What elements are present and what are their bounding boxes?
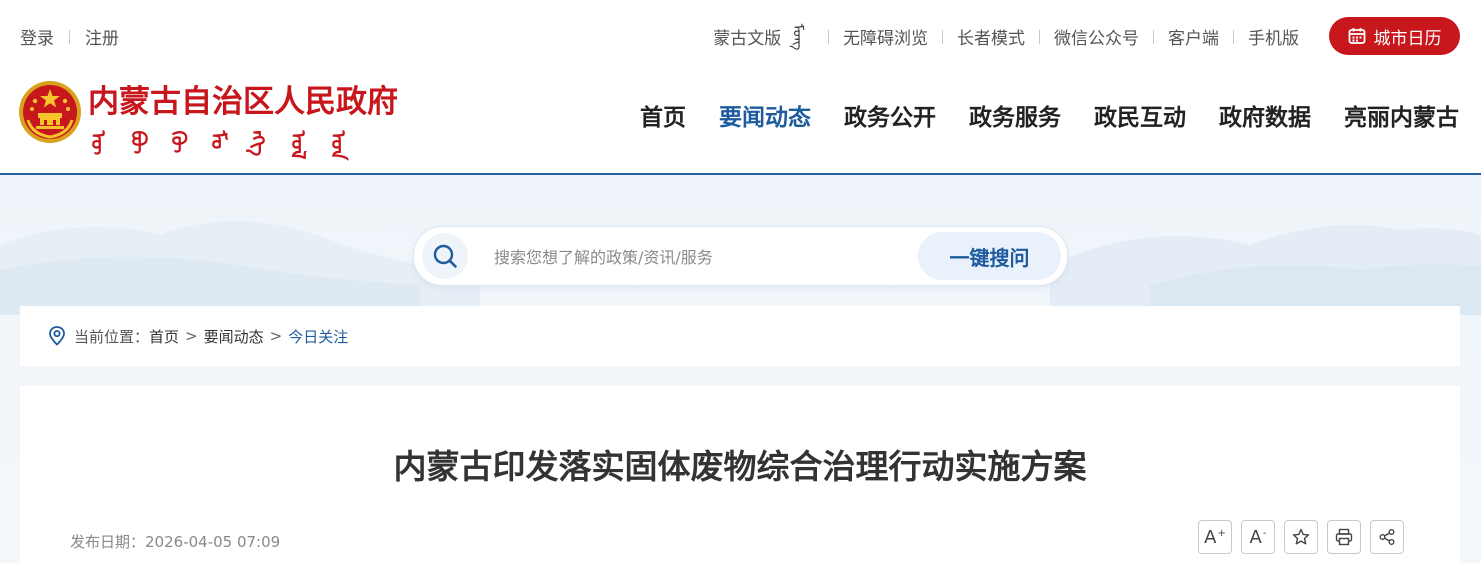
publish-date: 2026-04-05 07:09	[145, 533, 281, 551]
nav-gov-data[interactable]: 政府数据	[1219, 98, 1311, 132]
nav-news[interactable]: 要闻动态	[719, 98, 811, 132]
mongol-glyph: ᠩᠭ	[246, 130, 271, 157]
share-icon	[1379, 529, 1395, 545]
top-utility-links: 蒙古文版 ᠮᠣᠩ 无障碍浏览 长者模式 微信公众号 客户端 手机版	[713, 23, 1299, 50]
nav-interaction[interactable]: 政民互动	[1094, 98, 1186, 132]
site-header: 登录 注册 蒙古文版 ᠮᠣᠩ 无障碍浏览 长者模式 微信公众号 客户端 手机版 …	[0, 0, 1481, 174]
font-increase-button[interactable]: A+	[1198, 520, 1232, 554]
calendar-icon	[1348, 28, 1365, 44]
favorite-button[interactable]	[1284, 520, 1318, 554]
city-calendar-button[interactable]: 城市日历	[1329, 17, 1460, 55]
breadcrumb-home[interactable]: 首页	[149, 326, 179, 347]
mongol-glyph: ᠣᠯ	[286, 130, 311, 160]
elder-mode-link[interactable]: 长者模式	[957, 24, 1025, 49]
article-tools: A+ A-	[1198, 520, 1404, 554]
search-icon	[433, 244, 457, 268]
divider	[828, 29, 829, 44]
breadcrumb: 当前位置： 首页 > 要闻动态 > 今日关注	[20, 306, 1460, 366]
nav-beautiful-inner-mongolia[interactable]: 亮丽内蒙古	[1344, 98, 1459, 132]
city-calendar-label: 城市日历	[1373, 28, 1442, 49]
mongolian-version-link[interactable]: 蒙古文版 ᠮᠣᠩ	[713, 23, 814, 50]
mobile-version-link[interactable]: 手机版	[1248, 24, 1299, 49]
breadcrumb-label: 当前位置：	[74, 327, 150, 346]
breadcrumb-separator: >	[185, 327, 198, 345]
publish-date-label: 发布日期：	[70, 533, 146, 551]
location-pin-icon	[48, 326, 66, 346]
auth-links: 登录 注册	[20, 24, 119, 49]
mongol-glyph: ᠥ	[86, 130, 111, 156]
divider	[1233, 29, 1234, 44]
divider	[942, 29, 943, 44]
article-meta: 发布日期：2026-04-05 07:09	[70, 531, 280, 552]
mongolian-version-label: 蒙古文版	[713, 29, 782, 49]
client-app-link[interactable]: 客户端	[1168, 24, 1219, 49]
breadcrumb-today-focus[interactable]: 今日关注	[288, 326, 348, 347]
nav-government-affairs[interactable]: 政务公开	[844, 98, 936, 132]
accessibility-link[interactable]: 无障碍浏览	[843, 24, 928, 49]
site-title: 内蒙古自治区人民政府	[88, 84, 398, 120]
share-button[interactable]	[1370, 520, 1404, 554]
font-increase-icon: A+	[1204, 526, 1226, 548]
search-bar: 一键搜问	[413, 226, 1068, 286]
national-emblem-icon	[19, 81, 81, 143]
article-title: 内蒙古印发落实固体废物综合治理行动实施方案	[393, 447, 1087, 486]
font-decrease-button[interactable]: A-	[1241, 520, 1275, 554]
search-submit-button[interactable]: 一键搜问	[918, 232, 1061, 280]
nav-home[interactable]: 首页	[640, 98, 686, 132]
mongol-glyph: ᠤᠨ	[326, 130, 351, 161]
divider	[1153, 29, 1154, 44]
login-link[interactable]: 登录	[20, 24, 54, 49]
search-icon-button[interactable]	[422, 233, 468, 279]
divider	[1039, 29, 1040, 44]
font-decrease-icon: A-	[1249, 526, 1267, 548]
print-icon	[1335, 528, 1353, 546]
wechat-account-link[interactable]: 微信公众号	[1054, 24, 1139, 49]
mongolian-site-title: ᠥ ᠪᠦ ᠭᠦ ᠮᠣ ᠩᠭ ᠣᠯ ᠤᠨ	[87, 120, 351, 161]
mongol-glyph: ᠪᠦ	[126, 130, 151, 155]
print-button[interactable]	[1327, 520, 1361, 554]
mongol-glyph: ᠭᠦ	[166, 130, 191, 154]
main-nav: 首页 要闻动态 政务公开 政务服务 政民互动 政府数据 亮丽内蒙古	[640, 98, 1459, 132]
divider	[69, 29, 70, 44]
star-icon	[1292, 528, 1310, 545]
search-input[interactable]	[492, 239, 896, 275]
register-link[interactable]: 注册	[85, 24, 119, 49]
nav-services[interactable]: 政务服务	[969, 98, 1061, 132]
article-panel: 内蒙古印发落实固体废物综合治理行动实施方案 发布日期：2026-04-05 07…	[20, 386, 1460, 586]
mongolian-script-icon: ᠮᠣᠩ	[789, 23, 806, 50]
mongol-glyph: ᠮᠣ	[206, 130, 231, 150]
breadcrumb-news[interactable]: 要闻动态	[204, 326, 264, 347]
breadcrumb-separator: >	[269, 327, 283, 345]
